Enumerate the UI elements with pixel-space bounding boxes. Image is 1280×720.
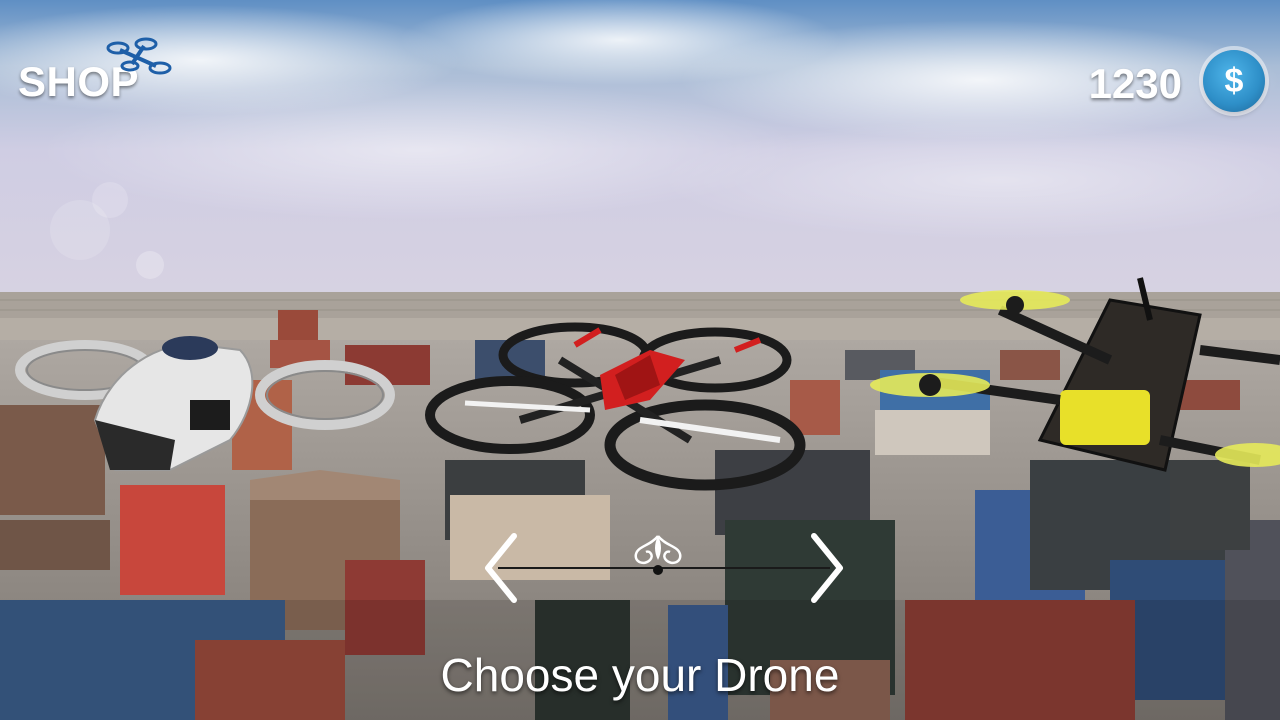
drone-carousel-nav: [478, 530, 850, 606]
dollar-coin-icon[interactable]: $: [1203, 50, 1265, 112]
drone-icon: [106, 37, 172, 75]
choose-drone-title: Choose your Drone: [440, 649, 840, 701]
game-scene: [0, 0, 1280, 720]
coin-balance: 1230: [1088, 60, 1182, 107]
chevron-left-icon[interactable]: [478, 530, 530, 606]
ornament-icon: [634, 535, 682, 575]
chevron-right-icon[interactable]: [798, 530, 850, 606]
